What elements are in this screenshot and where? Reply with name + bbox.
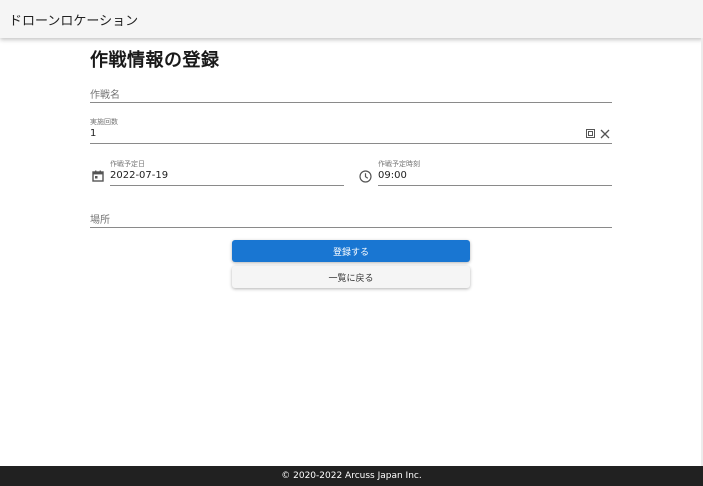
execution-count-field[interactable]: 実施回数 1 — [90, 114, 612, 144]
field-underline — [90, 102, 612, 103]
app-bar: ドローンロケーション — [0, 0, 703, 38]
clock-icon[interactable] — [358, 169, 372, 183]
field-underline — [90, 227, 612, 228]
calendar-icon[interactable] — [91, 169, 104, 182]
page-title: 作戦情報の登録 — [90, 50, 220, 71]
back-to-list-button[interactable]: 一覧に戻る — [232, 266, 470, 288]
app-title: ドローンロケーション — [9, 13, 139, 29]
place-label: 場所 — [90, 215, 110, 226]
execution-count-label: 実施回数 — [90, 118, 118, 126]
field-underline — [110, 185, 344, 186]
counter-icon[interactable] — [585, 128, 595, 138]
operation-date-field[interactable]: 作戦予定日 2022-07-19 — [110, 156, 344, 186]
operation-date-label: 作戦予定日 — [110, 160, 145, 168]
execution-count-value: 1 — [90, 128, 97, 139]
close-icon[interactable] — [599, 128, 610, 139]
operation-time-label: 作戦予定時刻 — [378, 160, 420, 168]
field-underline — [378, 185, 612, 186]
copyright-text: © 2020-2022 Arcuss Japan Inc. — [281, 471, 422, 481]
operation-time-value: 09:00 — [378, 170, 407, 181]
operation-time-field[interactable]: 作戦予定時刻 09:00 — [378, 156, 612, 186]
register-button[interactable]: 登録する — [232, 240, 470, 262]
place-field[interactable]: 場所 — [90, 207, 612, 228]
operation-name-label: 作戦名 — [90, 90, 120, 101]
operation-name-field[interactable]: 作戦名 — [90, 82, 612, 103]
footer: © 2020-2022 Arcuss Japan Inc. — [0, 466, 703, 486]
operation-date-value: 2022-07-19 — [110, 170, 169, 181]
field-underline — [90, 143, 612, 144]
